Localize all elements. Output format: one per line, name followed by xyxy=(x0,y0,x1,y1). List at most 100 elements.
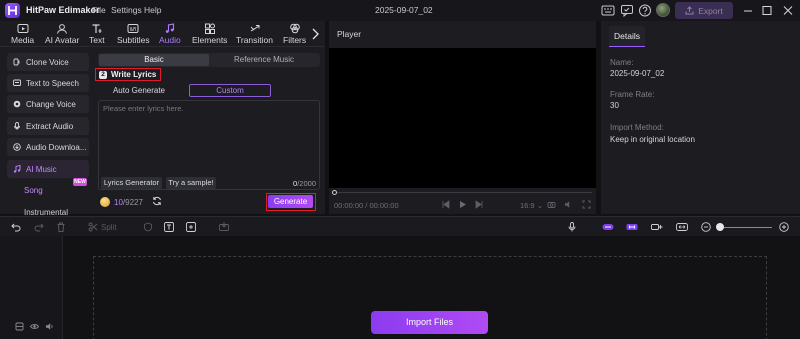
title-bar: HitPaw Edimakor File Settings Help 2025-… xyxy=(0,0,800,21)
track-header xyxy=(0,236,63,339)
volume-icon[interactable] xyxy=(564,200,573,209)
sidebar-item-label: Extract Audio xyxy=(26,121,74,131)
tab-subtitles[interactable]: Subtitles xyxy=(117,23,150,45)
sidebar-item-label: Clone Voice xyxy=(26,57,69,67)
microphone-icon[interactable] xyxy=(567,222,577,232)
character-count: 0/2000 xyxy=(293,179,316,188)
clone-voice-icon xyxy=(13,58,20,66)
tab-elements[interactable]: Elements xyxy=(192,23,227,45)
elements-icon xyxy=(204,23,215,34)
menu-file[interactable]: File xyxy=(92,5,106,15)
tab-text-label: Text xyxy=(89,35,105,45)
tab-audio-label: Audio xyxy=(159,35,181,45)
prev-frame-icon[interactable] xyxy=(441,200,450,209)
lyrics-generator-button[interactable]: Lyrics Generator xyxy=(101,177,162,189)
tab-filters-label: Filters xyxy=(283,35,307,45)
undo-icon[interactable] xyxy=(11,222,21,232)
tab-reference-music[interactable]: Reference Music xyxy=(209,54,319,66)
feedback-icon[interactable] xyxy=(620,4,634,17)
user-avatar[interactable] xyxy=(656,3,670,17)
document-title: 2025-09-07_02 xyxy=(375,5,433,15)
char-count-max: /2000 xyxy=(297,179,316,188)
tab-ai-avatar[interactable]: AI Avatar xyxy=(45,23,79,45)
export-button[interactable]: Export xyxy=(675,2,733,19)
tab-audio[interactable]: Audio xyxy=(159,23,181,45)
player-scrubber[interactable] xyxy=(333,192,592,193)
tab-media-label: Media xyxy=(11,35,35,45)
track-audio-icon[interactable] xyxy=(45,322,54,331)
snapshot-icon[interactable] xyxy=(547,200,556,209)
tab-media[interactable]: Media xyxy=(11,23,34,45)
split-label[interactable]: Split xyxy=(101,223,117,232)
zoom-slider[interactable] xyxy=(718,227,772,228)
sidebar-item-label: Audio Downloa... xyxy=(26,142,87,152)
help-icon[interactable] xyxy=(638,4,652,17)
name-value: 2025-09-07_02 xyxy=(610,69,665,78)
text-icon xyxy=(92,24,102,33)
lyrics-placeholder: Please enter lyrics here. xyxy=(103,104,184,113)
player-timecode: 00:00:00 / 00:00:00 xyxy=(334,201,399,210)
sidebar-item-audio-download[interactable]: Audio Downloa... xyxy=(7,138,89,156)
delete-icon[interactable] xyxy=(56,222,66,232)
zoom-out-icon[interactable] xyxy=(701,222,711,232)
try-sample-button[interactable]: Try a sample! xyxy=(166,177,216,189)
sidebar-subitem-song[interactable]: Song xyxy=(24,186,43,195)
tab-elements-label: Elements xyxy=(192,35,228,45)
credits-counter: 10/9227 xyxy=(114,198,143,207)
sidebar-item-ai-music[interactable]: AI Music xyxy=(7,160,89,178)
tab-filters[interactable]: Filters xyxy=(283,23,306,45)
tab-transition[interactable]: Transition xyxy=(236,23,273,45)
generate-button[interactable]: Generate xyxy=(268,195,313,208)
fit-timeline-icon[interactable] xyxy=(676,222,688,232)
menu-help[interactable]: Help xyxy=(144,5,161,15)
write-lyrics-title: Write Lyrics xyxy=(111,70,157,79)
generate-highlight: Generate xyxy=(266,193,316,211)
add-track-icon[interactable] xyxy=(219,222,229,232)
frame-rate-value: 30 xyxy=(610,101,619,110)
sidebar-item-text-to-speech[interactable]: Text to Speech xyxy=(7,74,89,92)
minimize-icon[interactable] xyxy=(741,4,755,17)
timeline-area: Import Files xyxy=(0,236,800,339)
shield-icon[interactable] xyxy=(143,222,153,232)
zoom-in-icon[interactable] xyxy=(779,222,789,232)
sidebar-item-label: Change Voice xyxy=(26,99,76,109)
fullscreen-icon[interactable] xyxy=(582,200,591,209)
play-icon[interactable] xyxy=(458,200,467,209)
track-layers-icon[interactable] xyxy=(15,322,24,331)
zoom-slider-handle[interactable] xyxy=(716,223,724,231)
track-visibility-icon[interactable] xyxy=(30,322,39,331)
redo-icon[interactable] xyxy=(34,222,44,232)
auto-generate-option[interactable]: Auto Generate xyxy=(98,84,180,97)
next-frame-icon[interactable] xyxy=(475,200,484,209)
menu-settings[interactable]: Settings xyxy=(111,5,142,15)
lyrics-input[interactable]: Please enter lyrics here. Lyrics Generat… xyxy=(98,100,320,190)
tab-text[interactable]: Text xyxy=(89,23,105,45)
detach-icon[interactable] xyxy=(651,222,663,232)
maximize-icon[interactable] xyxy=(760,4,774,17)
music-mode-tabs: Basic Reference Music xyxy=(98,53,320,67)
sidebar-item-change-voice[interactable]: Change Voice xyxy=(7,95,89,113)
refresh-icon[interactable] xyxy=(152,196,162,206)
frame-rate-label: Frame Rate: xyxy=(610,90,655,99)
tab-basic[interactable]: Basic xyxy=(99,54,209,66)
toolbar-next-icon[interactable] xyxy=(311,28,319,40)
sidebar-item-label: AI Music xyxy=(26,164,57,174)
import-method-value: Keep in original location xyxy=(610,135,695,144)
close-icon[interactable] xyxy=(781,4,795,17)
text-box-icon[interactable] xyxy=(164,222,174,232)
auto-ripple-icon[interactable] xyxy=(626,222,638,232)
subtitles-icon xyxy=(127,24,139,33)
split-icon[interactable] xyxy=(88,222,98,232)
magnet-link-icon[interactable] xyxy=(602,222,614,232)
extract-audio-icon xyxy=(14,122,20,130)
scrubber-handle[interactable] xyxy=(332,190,337,195)
crop-icon[interactable] xyxy=(186,222,196,232)
aspect-ratio-select[interactable]: 16:9 ⌄ xyxy=(520,201,543,210)
transition-icon xyxy=(250,25,259,32)
keyboard-icon[interactable] xyxy=(601,4,615,17)
sidebar-item-extract-audio[interactable]: Extract Audio xyxy=(7,117,89,135)
tab-details[interactable]: Details xyxy=(609,26,645,47)
sidebar-item-clone-voice[interactable]: Clone Voice xyxy=(7,53,89,71)
import-files-button[interactable]: Import Files xyxy=(371,311,488,334)
custom-option[interactable]: Custom xyxy=(189,84,271,97)
